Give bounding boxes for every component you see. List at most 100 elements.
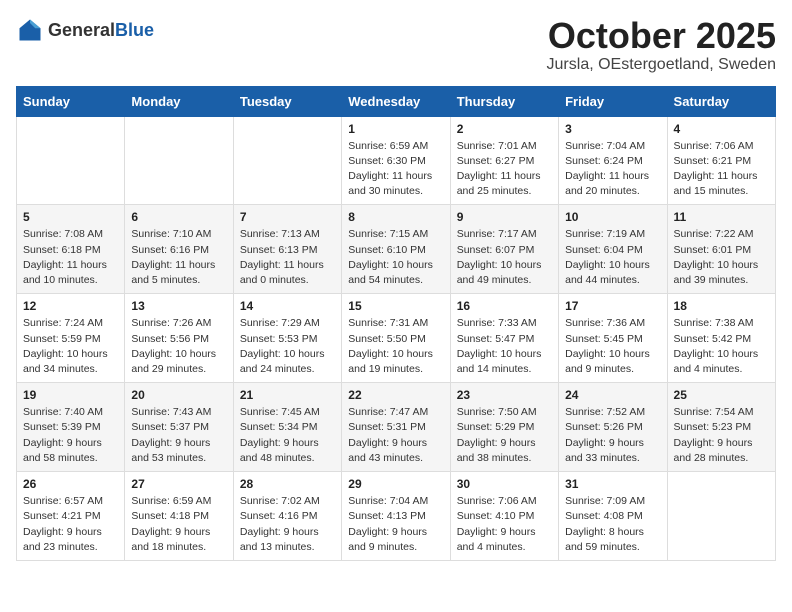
calendar-cell: 16 Sunrise: 7:33 AM Sunset: 5:47 PM Dayli…: [450, 294, 558, 383]
day-number: 27: [131, 477, 226, 491]
calendar-cell: 12 Sunrise: 7:24 AM Sunset: 5:59 PM Dayli…: [17, 294, 125, 383]
day-number: 12: [23, 299, 118, 313]
calendar-cell: 13 Sunrise: 7:26 AM Sunset: 5:56 PM Dayli…: [125, 294, 233, 383]
calendar-cell: 2 Sunrise: 7:01 AM Sunset: 6:27 PM Daylig…: [450, 116, 558, 205]
weekday-header-thursday: Thursday: [450, 86, 558, 116]
day-info: Sunrise: 7:38 AM Sunset: 5:42 PM Dayligh…: [674, 316, 769, 377]
day-info: Sunrise: 6:59 AM Sunset: 4:18 PM Dayligh…: [131, 494, 226, 555]
calendar-cell: 11 Sunrise: 7:22 AM Sunset: 6:01 PM Dayli…: [667, 205, 775, 294]
day-info: Sunrise: 7:08 AM Sunset: 6:18 PM Dayligh…: [23, 227, 118, 288]
day-number: 23: [457, 388, 552, 402]
weekday-header-sunday: Sunday: [17, 86, 125, 116]
day-info: Sunrise: 7:45 AM Sunset: 5:34 PM Dayligh…: [240, 405, 335, 466]
calendar-cell: 5 Sunrise: 7:08 AM Sunset: 6:18 PM Daylig…: [17, 205, 125, 294]
day-info: Sunrise: 7:36 AM Sunset: 5:45 PM Dayligh…: [565, 316, 660, 377]
page-header: General Blue October 2025 Jursla, OEster…: [16, 16, 776, 74]
day-info: Sunrise: 7:13 AM Sunset: 6:13 PM Dayligh…: [240, 227, 335, 288]
day-info: Sunrise: 7:29 AM Sunset: 5:53 PM Dayligh…: [240, 316, 335, 377]
day-info: Sunrise: 7:40 AM Sunset: 5:39 PM Dayligh…: [23, 405, 118, 466]
logo-blue: Blue: [115, 20, 154, 41]
calendar-cell: 17 Sunrise: 7:36 AM Sunset: 5:45 PM Dayli…: [559, 294, 667, 383]
day-number: 5: [23, 210, 118, 224]
day-info: Sunrise: 7:43 AM Sunset: 5:37 PM Dayligh…: [131, 405, 226, 466]
day-number: 3: [565, 122, 660, 136]
calendar-cell: 1 Sunrise: 6:59 AM Sunset: 6:30 PM Daylig…: [342, 116, 450, 205]
calendar-cell: 30Sunrise: 7:06 AM Sunset: 4:10 PM Dayli…: [450, 472, 558, 561]
title-block: October 2025 Jursla, OEstergoetland, Swe…: [547, 16, 776, 74]
calendar-cell: 7 Sunrise: 7:13 AM Sunset: 6:13 PM Daylig…: [233, 205, 341, 294]
calendar-cell: 18 Sunrise: 7:38 AM Sunset: 5:42 PM Dayli…: [667, 294, 775, 383]
calendar-cell: 21Sunrise: 7:45 AM Sunset: 5:34 PM Dayli…: [233, 383, 341, 472]
day-number: 25: [674, 388, 769, 402]
day-number: 19: [23, 388, 118, 402]
day-info: Sunrise: 7:10 AM Sunset: 6:16 PM Dayligh…: [131, 227, 226, 288]
day-number: 17: [565, 299, 660, 313]
day-info: Sunrise: 7:50 AM Sunset: 5:29 PM Dayligh…: [457, 405, 552, 466]
calendar-cell: 31Sunrise: 7:09 AM Sunset: 4:08 PM Dayli…: [559, 472, 667, 561]
day-number: 29: [348, 477, 443, 491]
calendar-week-2: 5 Sunrise: 7:08 AM Sunset: 6:18 PM Daylig…: [17, 205, 776, 294]
calendar-cell: [233, 116, 341, 205]
day-info: Sunrise: 7:06 AM Sunset: 4:10 PM Dayligh…: [457, 494, 552, 555]
day-number: 14: [240, 299, 335, 313]
day-info: Sunrise: 7:06 AM Sunset: 6:21 PM Dayligh…: [674, 139, 769, 200]
day-info: Sunrise: 7:24 AM Sunset: 5:59 PM Dayligh…: [23, 316, 118, 377]
calendar-cell: 24 Sunrise: 7:52 AM Sunset: 5:26 PM Dayli…: [559, 383, 667, 472]
day-info: Sunrise: 7:31 AM Sunset: 5:50 PM Dayligh…: [348, 316, 443, 377]
calendar-cell: 15Sunrise: 7:31 AM Sunset: 5:50 PM Dayli…: [342, 294, 450, 383]
day-number: 10: [565, 210, 660, 224]
day-number: 4: [674, 122, 769, 136]
day-info: Sunrise: 7:04 AM Sunset: 6:24 PM Dayligh…: [565, 139, 660, 200]
day-info: Sunrise: 7:04 AM Sunset: 4:13 PM Dayligh…: [348, 494, 443, 555]
day-number: 20: [131, 388, 226, 402]
calendar-cell: 19 Sunrise: 7:40 AM Sunset: 5:39 PM Dayli…: [17, 383, 125, 472]
calendar-cell: 27 Sunrise: 6:59 AM Sunset: 4:18 PM Dayli…: [125, 472, 233, 561]
calendar-cell: 3 Sunrise: 7:04 AM Sunset: 6:24 PM Daylig…: [559, 116, 667, 205]
logo: General Blue: [16, 16, 154, 44]
logo-icon: [16, 16, 44, 44]
day-info: Sunrise: 7:33 AM Sunset: 5:47 PM Dayligh…: [457, 316, 552, 377]
day-info: Sunrise: 7:02 AM Sunset: 4:16 PM Dayligh…: [240, 494, 335, 555]
weekday-header-wednesday: Wednesday: [342, 86, 450, 116]
calendar-cell: 22 Sunrise: 7:47 AM Sunset: 5:31 PM Dayli…: [342, 383, 450, 472]
weekday-header-tuesday: Tuesday: [233, 86, 341, 116]
calendar-cell: 10 Sunrise: 7:19 AM Sunset: 6:04 PM Dayli…: [559, 205, 667, 294]
day-info: Sunrise: 7:19 AM Sunset: 6:04 PM Dayligh…: [565, 227, 660, 288]
day-number: 22: [348, 388, 443, 402]
calendar-cell: 6Sunrise: 7:10 AM Sunset: 6:16 PM Daylig…: [125, 205, 233, 294]
day-number: 13: [131, 299, 226, 313]
logo-general: General: [48, 20, 115, 41]
day-info: Sunrise: 7:15 AM Sunset: 6:10 PM Dayligh…: [348, 227, 443, 288]
day-info: Sunrise: 7:22 AM Sunset: 6:01 PM Dayligh…: [674, 227, 769, 288]
day-number: 16: [457, 299, 552, 313]
calendar-week-1: 1 Sunrise: 6:59 AM Sunset: 6:30 PM Daylig…: [17, 116, 776, 205]
calendar-cell: 4 Sunrise: 7:06 AM Sunset: 6:21 PM Daylig…: [667, 116, 775, 205]
day-number: 18: [674, 299, 769, 313]
calendar-cell: 14 Sunrise: 7:29 AM Sunset: 5:53 PM Dayli…: [233, 294, 341, 383]
calendar-cell: 23 Sunrise: 7:50 AM Sunset: 5:29 PM Dayli…: [450, 383, 558, 472]
calendar-week-4: 19 Sunrise: 7:40 AM Sunset: 5:39 PM Dayli…: [17, 383, 776, 472]
day-number: 28: [240, 477, 335, 491]
weekday-header-friday: Friday: [559, 86, 667, 116]
day-info: Sunrise: 7:01 AM Sunset: 6:27 PM Dayligh…: [457, 139, 552, 200]
day-number: 9: [457, 210, 552, 224]
calendar-cell: 20 Sunrise: 7:43 AM Sunset: 5:37 PM Dayli…: [125, 383, 233, 472]
calendar-cell: [17, 116, 125, 205]
day-number: 1: [348, 122, 443, 136]
day-number: 8: [348, 210, 443, 224]
day-info: Sunrise: 7:47 AM Sunset: 5:31 PM Dayligh…: [348, 405, 443, 466]
day-info: Sunrise: 7:17 AM Sunset: 6:07 PM Dayligh…: [457, 227, 552, 288]
day-info: Sunrise: 6:59 AM Sunset: 6:30 PM Dayligh…: [348, 139, 443, 200]
day-info: Sunrise: 7:52 AM Sunset: 5:26 PM Dayligh…: [565, 405, 660, 466]
calendar-table: SundayMondayTuesdayWednesdayThursdayFrid…: [16, 86, 776, 561]
weekday-header-row: SundayMondayTuesdayWednesdayThursdayFrid…: [17, 86, 776, 116]
day-info: Sunrise: 7:26 AM Sunset: 5:56 PM Dayligh…: [131, 316, 226, 377]
day-number: 11: [674, 210, 769, 224]
day-number: 24: [565, 388, 660, 402]
location-title: Jursla, OEstergoetland, Sweden: [547, 56, 776, 74]
day-number: 7: [240, 210, 335, 224]
calendar-week-5: 26Sunrise: 6:57 AM Sunset: 4:21 PM Dayli…: [17, 472, 776, 561]
calendar-cell: [125, 116, 233, 205]
day-number: 2: [457, 122, 552, 136]
calendar-cell: 25Sunrise: 7:54 AM Sunset: 5:23 PM Dayli…: [667, 383, 775, 472]
